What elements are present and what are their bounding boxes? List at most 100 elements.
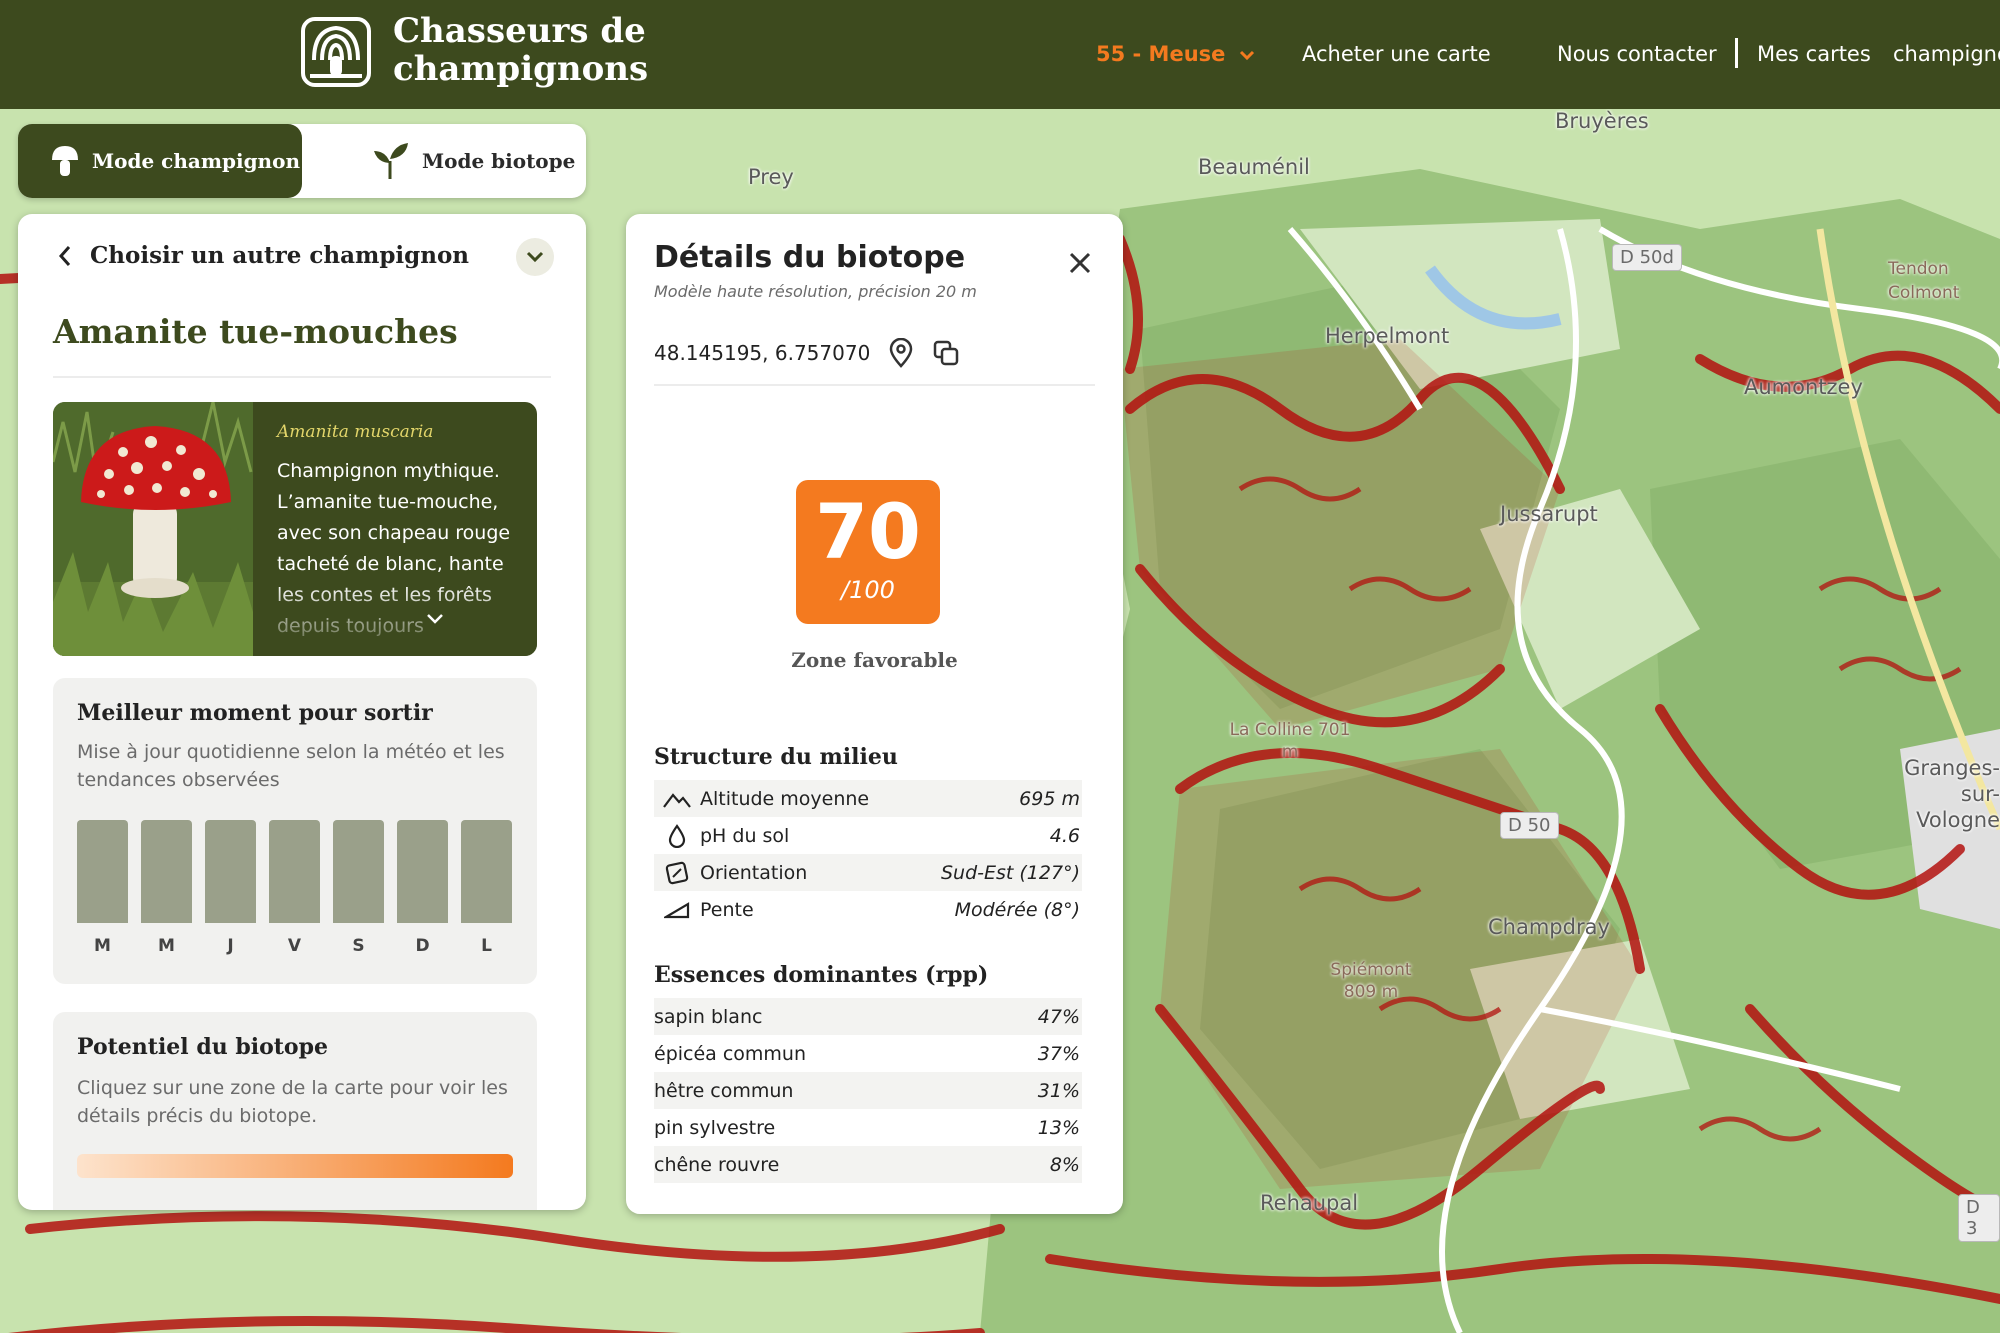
weekday-label: M <box>158 936 175 956</box>
location-pin-icon[interactable] <box>888 338 914 368</box>
score-label: Zone favorable <box>791 648 958 672</box>
divider <box>53 376 551 378</box>
species-row-label: chêne rouvre <box>654 1153 780 1176</box>
species-row: sapin blanc 47% <box>654 998 1082 1035</box>
forecast-bar[interactable] <box>77 820 128 923</box>
map-label-bruyeres: Bruyères <box>1555 109 1649 133</box>
best-time-subtitle: Mise à jour quotidienne selon la météo e… <box>77 741 505 791</box>
structure-label: Altitude moyenne <box>700 787 870 810</box>
collapse-panel-button[interactable] <box>516 238 554 276</box>
mushroom-icon <box>52 146 78 176</box>
structure-value: Modérée (8°) <box>954 898 1080 921</box>
tab-mode-champignon[interactable]: Mode champignon <box>18 124 302 198</box>
structure-label: Orientation <box>700 861 808 884</box>
species-row-value: 47% <box>1037 1005 1080 1028</box>
nav-contact[interactable]: Nous contacter <box>1557 42 1717 66</box>
dominant-species-table: sapin blanc 47% épicéa commun 37% hêtre … <box>654 998 1082 1183</box>
species-card: Amanita muscaria Champignon mythique. L’… <box>53 402 537 656</box>
biotope-potential-title: Potentiel du biotope <box>77 1034 328 1060</box>
forecast-bar[interactable] <box>397 820 448 923</box>
nav-separator <box>1735 38 1738 68</box>
structure-row-orientation: Orientation Sud-Est (127°) <box>654 854 1082 891</box>
divider <box>654 384 1095 386</box>
coordinates-value: 48.145195, 6.757070 <box>654 341 871 365</box>
close-icon[interactable] <box>1067 250 1093 276</box>
biotope-potential-subtitle: Cliquez sur une zone de la carte pour vo… <box>77 1077 508 1127</box>
copy-icon[interactable] <box>932 339 960 367</box>
slope-icon <box>664 901 690 918</box>
map-label-prey: Prey <box>748 165 794 189</box>
map-label-aumontzey: Aumontzey <box>1744 375 1863 399</box>
species-row: pin sylvestre 13% <box>654 1109 1082 1146</box>
species-latin-name: Amanita muscaria <box>277 422 434 442</box>
road-shield-d3: D 3 <box>1958 1194 2000 1242</box>
tab-mode-biotope-label: Mode biotope <box>422 149 576 173</box>
map-label-beaumenil: Beauménil <box>1198 155 1310 179</box>
forecast-bar[interactable] <box>461 820 512 923</box>
details-subtitle: Modèle haute résolution, précision 20 m <box>654 282 977 301</box>
logo-icon[interactable] <box>300 16 372 88</box>
chevron-left-icon <box>58 245 71 266</box>
map-label-champdray: Champdray <box>1488 915 1610 939</box>
structure-label: Pente <box>700 898 754 921</box>
weekday-label: S <box>352 936 365 956</box>
mountain-icon <box>663 792 691 808</box>
nav-account[interactable]: champignons <box>1893 42 2000 66</box>
weekly-forecast-bars <box>77 820 512 923</box>
biotope-details-panel: Détails du biotope Modèle haute résoluti… <box>626 214 1123 1214</box>
species-panel: Choisir un autre champignon Amanite tue-… <box>18 214 586 1210</box>
map-label-jussarupt: Jussarupt <box>1500 502 1598 526</box>
map-label-rehaupal: Rehaupal <box>1260 1191 1359 1215</box>
species-row-value: 8% <box>1049 1153 1080 1176</box>
structure-label: pH du sol <box>700 824 790 847</box>
biotope-potential-card: Potentiel du biotope Cliquez sur une zon… <box>53 1012 537 1210</box>
nav-buy-map[interactable]: Acheter une carte <box>1302 42 1491 66</box>
chevron-down-icon <box>526 251 544 263</box>
structure-value: Sud-Est (127°) <box>940 861 1080 884</box>
weekday-label: M <box>94 936 111 956</box>
structure-value: 695 m <box>1019 787 1080 810</box>
region-label: 55 - Meuse <box>1096 42 1226 66</box>
score-max: /100 <box>841 576 895 604</box>
tab-mode-biotope[interactable]: Mode biotope <box>338 124 586 198</box>
forecast-bar[interactable] <box>141 820 192 923</box>
sprout-icon <box>374 143 408 179</box>
species-name: Amanite tue-mouches <box>53 312 458 351</box>
species-row-label: sapin blanc <box>654 1005 763 1028</box>
structure-row-slope: Pente Modérée (8°) <box>654 891 1082 928</box>
map-label-granges: Granges-sur-Vologne <box>1904 756 2000 832</box>
back-to-species-list[interactable]: Choisir un autre champignon <box>58 242 469 269</box>
description-fade <box>253 582 537 656</box>
details-title: Détails du biotope <box>654 240 966 275</box>
back-label: Choisir un autre champignon <box>90 242 470 269</box>
species-row-label: hêtre commun <box>654 1079 794 1102</box>
brand-name[interactable]: Chasseurs de champignons <box>393 12 648 88</box>
weekday-labels: M M J V S D L <box>77 936 512 956</box>
brand-line-2: champignons <box>393 49 649 89</box>
nav-my-maps[interactable]: Mes cartes <box>1757 42 1871 66</box>
road-shield-d50d: D 50d <box>1612 244 1682 271</box>
coordinates-row: 48.145195, 6.757070 <box>654 338 960 368</box>
forecast-bar[interactable] <box>205 820 256 923</box>
brand-line-1: Chasseurs de <box>393 11 646 51</box>
forecast-bar[interactable] <box>269 820 320 923</box>
structure-row-ph: pH du sol 4.6 <box>654 817 1082 854</box>
species-row-value: 13% <box>1037 1116 1080 1139</box>
region-selector[interactable]: 55 - Meuse <box>1096 42 1255 66</box>
score-badge: 70 /100 <box>796 480 940 624</box>
species-row-label: épicéa commun <box>654 1042 807 1065</box>
map-label-tendon: Tendon Colmont <box>1888 259 1960 303</box>
structure-value: 4.6 <box>1049 824 1080 847</box>
weekday-label: L <box>481 936 492 956</box>
forecast-bar[interactable] <box>333 820 384 923</box>
drop-icon <box>668 823 686 848</box>
weekday-label: D <box>415 936 430 956</box>
weekday-label: V <box>287 936 302 956</box>
species-row-value: 31% <box>1037 1079 1080 1102</box>
species-row-label: pin sylvestre <box>654 1116 776 1139</box>
tab-mode-champignon-label: Mode champignon <box>92 149 300 173</box>
map-label-herpelmont: Herpelmont <box>1325 324 1450 348</box>
expand-description-icon[interactable] <box>425 612 445 626</box>
species-row-value: 37% <box>1037 1042 1080 1065</box>
structure-table: Altitude moyenne 695 m pH du sol 4.6 Ori… <box>654 780 1082 928</box>
